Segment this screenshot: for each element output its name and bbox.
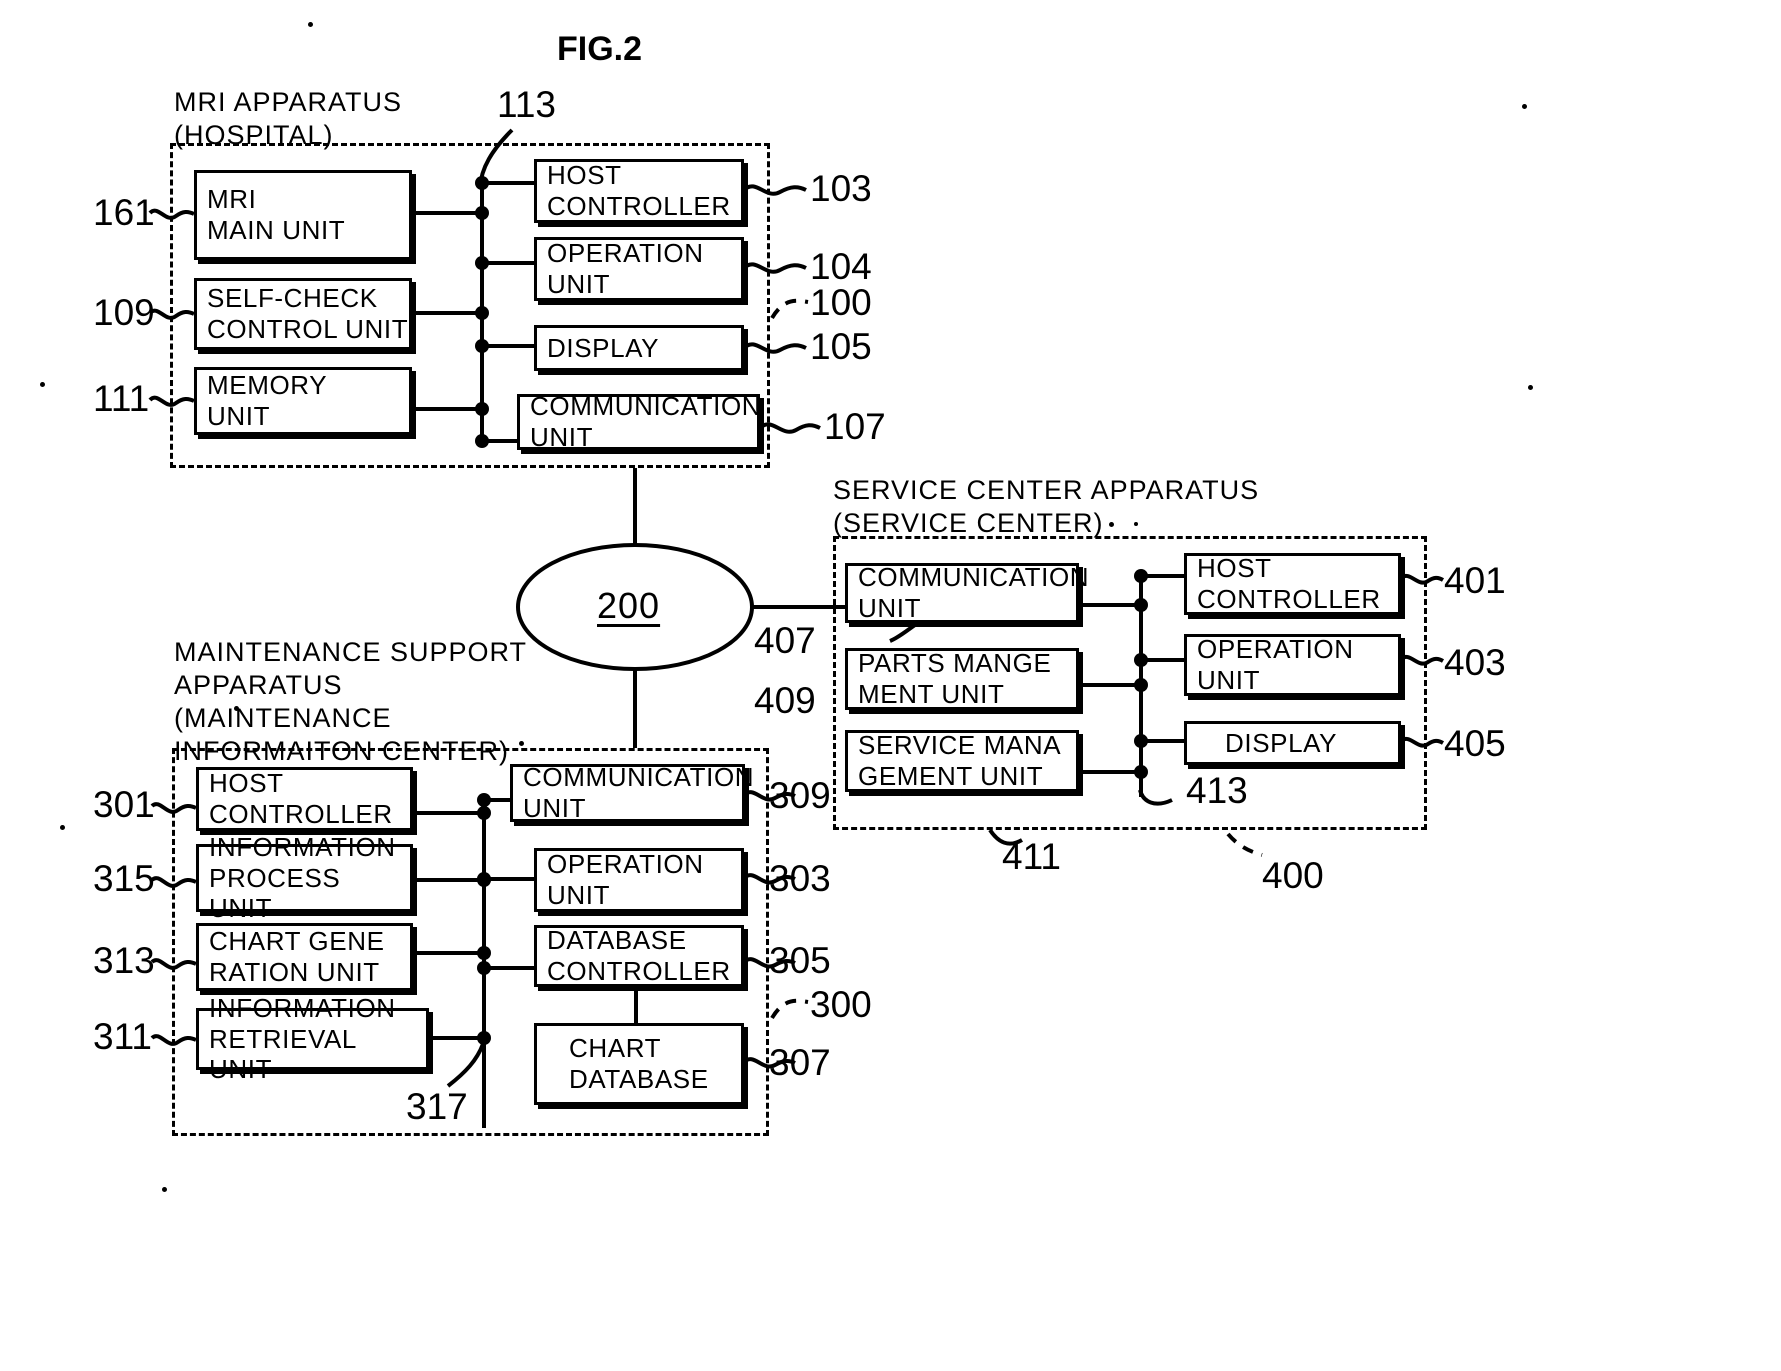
information-retrieval-unit-label: INFORMATION RETRIEVAL UNIT <box>209 993 396 1085</box>
ref-403: 403 <box>1444 642 1506 683</box>
ref-315: 315 <box>93 858 155 899</box>
ref-313: 313 <box>93 940 155 981</box>
service-communication-unit-label: COMMUNICATION UNIT <box>858 562 1090 623</box>
service-management-unit-box[interactable]: SERVICE MANA GEMENT UNIT <box>845 730 1079 792</box>
service-management-unit-label: SERVICE MANA GEMENT UNIT <box>858 730 1062 791</box>
ref-305: 305 <box>769 940 831 981</box>
ref-105: 105 <box>810 326 872 367</box>
self-check-control-unit-label: SELF-CHECK CONTROL UNIT <box>207 283 409 344</box>
ref-405: 405 <box>1444 723 1506 764</box>
mri-host-controller-box[interactable]: HOST CONTROLLER <box>534 159 744 223</box>
self-check-control-unit-box[interactable]: SELF-CHECK CONTROL UNIT <box>194 278 412 350</box>
service-operation-unit-label: OPERATION UNIT <box>1197 634 1354 695</box>
mri-communication-unit-label: COMMUNICATION UNIT <box>530 391 762 452</box>
ref-100: 100 <box>810 282 872 323</box>
service-display-box[interactable]: DISPLAY <box>1184 721 1401 765</box>
chart-generation-unit-label: CHART GENE RATION UNIT <box>209 926 385 987</box>
ref-301: 301 <box>93 784 155 825</box>
ref-113: 113 <box>497 84 556 125</box>
ref-107: 107 <box>824 406 886 447</box>
parts-management-unit-label: PARTS MANGE MENT UNIT <box>858 648 1052 709</box>
ref-309: 309 <box>769 775 831 816</box>
service-communication-unit-box[interactable]: COMMUNICATION UNIT <box>845 562 1089 623</box>
mri-communication-unit-box[interactable]: COMMUNICATION UNIT <box>517 391 762 452</box>
maintenance-host-controller-label: HOST CONTROLLER <box>209 768 393 829</box>
maintenance-operation-unit-box[interactable]: OPERATION UNIT <box>534 848 744 912</box>
service-host-controller-box[interactable]: HOST CONTROLLER <box>1184 553 1401 615</box>
information-retrieval-unit-box[interactable]: INFORMATION RETRIEVAL UNIT <box>196 993 429 1084</box>
ref-411: 411 <box>1002 836 1061 877</box>
chart-database-label: CHART DATABASE <box>569 1033 709 1094</box>
maintenance-operation-unit-label: OPERATION UNIT <box>547 849 704 910</box>
information-process-unit-label: INFORMATION PROCESS UNIT <box>209 832 396 924</box>
network-cloud-label: 200 <box>597 585 661 626</box>
chart-database-box[interactable]: CHART DATABASE <box>534 1023 744 1105</box>
memory-unit-label: MEMORY UNIT <box>207 370 328 431</box>
ref-303: 303 <box>769 858 831 899</box>
chart-generation-unit-box[interactable]: CHART GENE RATION UNIT <box>196 923 413 991</box>
maintenance-host-controller-box[interactable]: HOST CONTROLLER <box>196 767 413 831</box>
ref-407: 407 <box>754 620 816 661</box>
ref-400: 400 <box>1262 855 1324 896</box>
ref-300: 300 <box>810 984 872 1025</box>
ref-103: 103 <box>810 168 872 209</box>
ref-409: 409 <box>754 680 816 721</box>
database-controller-box[interactable]: DATABASE CONTROLLER <box>534 925 744 987</box>
ref-401: 401 <box>1444 560 1506 601</box>
memory-unit-box[interactable]: MEMORY UNIT <box>194 367 412 435</box>
maintenance-communication-unit-label: COMMUNICATION UNIT <box>523 762 755 823</box>
ref-109: 109 <box>93 292 155 333</box>
service-display-label: DISPLAY <box>1225 727 1338 758</box>
mri-main-unit-box[interactable]: MRI MAIN UNIT <box>194 170 412 260</box>
ref-317: 317 <box>406 1086 468 1127</box>
mri-main-unit-label: MRI MAIN UNIT <box>207 184 346 245</box>
mri-operation-unit-label: OPERATION UNIT <box>547 238 704 299</box>
ref-307: 307 <box>769 1042 831 1083</box>
mri-operation-unit-box[interactable]: OPERATION UNIT <box>534 237 744 301</box>
ref-161: 161 <box>93 192 155 233</box>
ref-311: 311 <box>93 1016 152 1057</box>
mri-display-box[interactable]: DISPLAY <box>534 325 744 371</box>
mri-bus-junctions <box>475 176 489 448</box>
service-operation-unit-box[interactable]: OPERATION UNIT <box>1184 634 1401 696</box>
ref-413: 413 <box>1186 770 1248 811</box>
information-process-unit-box[interactable]: INFORMATION PROCESS UNIT <box>196 832 413 923</box>
patent-figure-canvas: FIG.2 MRI APPARATUS (HOSPITAL) MAINTENAN… <box>0 0 1781 1371</box>
mri-display-label: DISPLAY <box>547 332 660 363</box>
ref-111: 111 <box>93 378 150 419</box>
parts-management-unit-box[interactable]: PARTS MANGE MENT UNIT <box>845 648 1079 710</box>
service-host-controller-label: HOST CONTROLLER <box>1197 553 1381 614</box>
mri-host-controller-label: HOST CONTROLLER <box>547 160 731 221</box>
database-controller-label: DATABASE CONTROLLER <box>547 925 731 986</box>
maintenance-communication-unit-box[interactable]: COMMUNICATION UNIT <box>510 762 754 823</box>
